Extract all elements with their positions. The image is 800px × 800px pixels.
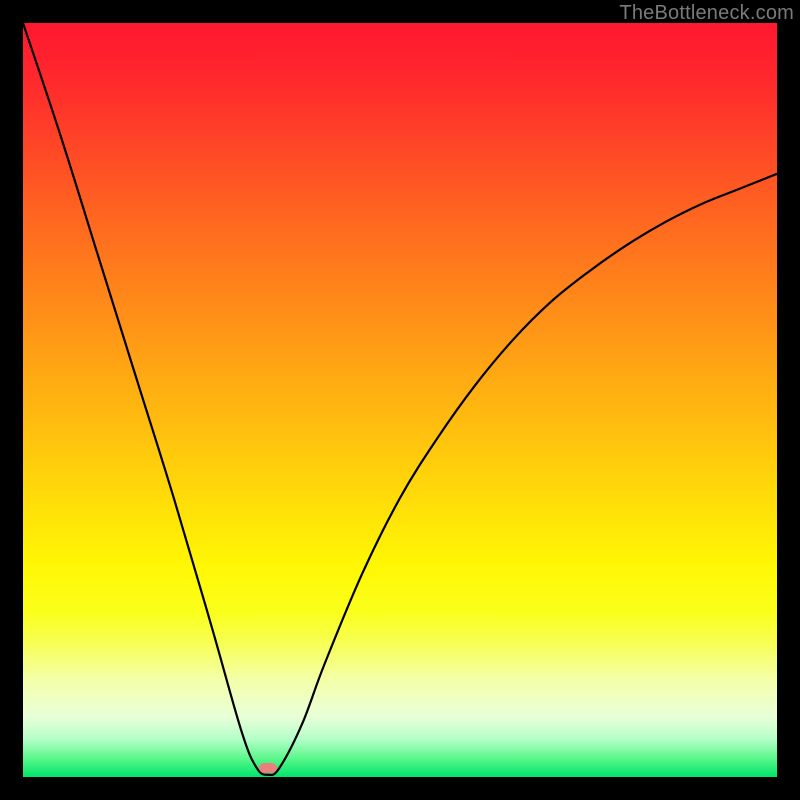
bottleneck-plot-area <box>23 23 777 777</box>
bottleneck-curve <box>23 23 777 777</box>
watermark-text: TheBottleneck.com <box>619 2 794 25</box>
optimal-point-marker <box>259 763 277 773</box>
